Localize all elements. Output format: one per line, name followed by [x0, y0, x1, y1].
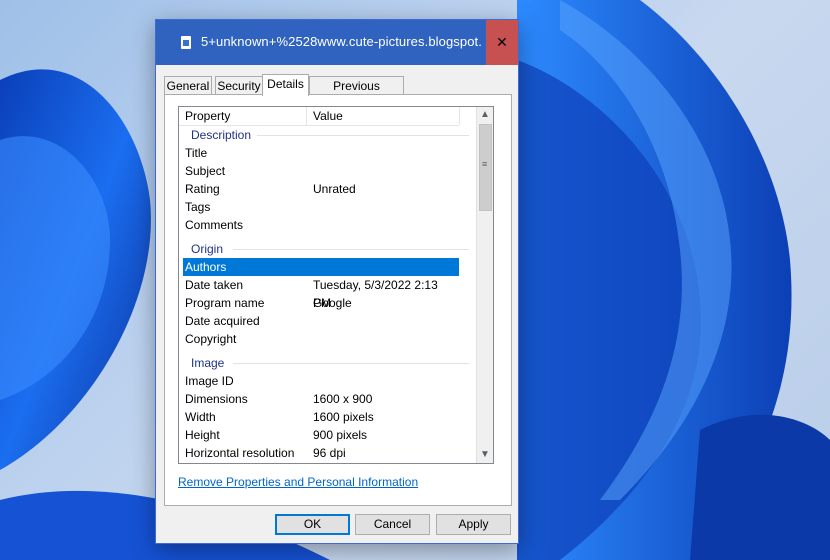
property-name: Height: [185, 428, 220, 442]
scrollbar-thumb[interactable]: ≡: [479, 124, 492, 211]
property-value: 1600 x 900: [313, 392, 373, 406]
remove-properties-link[interactable]: Remove Properties and Personal Informati…: [178, 475, 418, 489]
property-value: 96 dpi: [313, 446, 346, 460]
list-row[interactable]: Rating Unrated: [179, 180, 459, 198]
property-name: Subject: [185, 164, 226, 178]
property-value: Google: [313, 296, 352, 310]
group-description: Description: [179, 126, 469, 144]
grip-icon: ≡: [482, 159, 488, 169]
group-label: Origin: [191, 242, 224, 256]
column-divider[interactable]: [306, 107, 307, 125]
group-divider: [233, 363, 469, 364]
column-header: Property Value: [179, 107, 460, 126]
apply-button[interactable]: Apply: [436, 514, 511, 535]
property-name: Rating: [185, 182, 220, 196]
group-divider: [233, 249, 469, 250]
property-name: Authors: [185, 260, 227, 274]
list-row-selected[interactable]: Authors: [183, 258, 459, 276]
cancel-button[interactable]: Cancel: [355, 514, 430, 535]
window-title: 5+unknown+%2528www.cute-pictures.blogspo…: [201, 34, 481, 49]
tab-previous-versions[interactable]: Previous Versions: [309, 76, 404, 111]
file-icon: [181, 36, 191, 49]
group-origin: Origin: [179, 240, 469, 258]
property-name: Copyright: [185, 332, 237, 346]
list-row[interactable]: Subject: [179, 162, 459, 180]
property-name: Comments: [185, 218, 244, 232]
list-row[interactable]: Horizontal resolution 96 dpi: [179, 444, 459, 462]
list-row[interactable]: Date acquired: [179, 312, 459, 330]
property-name: Tags: [185, 200, 211, 214]
property-name: Width: [185, 410, 216, 424]
scroll-up-arrow-icon[interactable]: ▲: [477, 107, 493, 123]
property-name: Program name: [185, 296, 265, 310]
vertical-scrollbar[interactable]: ▲ ≡ ▼: [476, 107, 493, 463]
tab-general[interactable]: General: [164, 76, 212, 95]
list-row[interactable]: Date taken Tuesday, 5/3/2022 2:13 PM: [179, 276, 459, 310]
property-name: Date taken: [185, 278, 244, 292]
list-row[interactable]: Comments: [179, 216, 459, 234]
property-value: Unrated: [313, 182, 356, 196]
list-row[interactable]: Dimensions 1600 x 900: [179, 390, 459, 408]
title-bar[interactable]: 5+unknown+%2528www.cute-pictures.blogspo…: [156, 20, 518, 65]
list-row[interactable]: Copyright: [179, 330, 459, 348]
property-name: Title: [185, 146, 208, 160]
list-row[interactable]: Width 1600 pixels: [179, 408, 459, 426]
group-label: Image: [191, 356, 225, 370]
column-header-value[interactable]: Value: [313, 109, 343, 123]
list-row[interactable]: Title: [179, 144, 459, 162]
tab-security[interactable]: Security: [215, 76, 263, 95]
properties-dialog: 5+unknown+%2528www.cute-pictures.blogspo…: [155, 19, 519, 544]
list-row[interactable]: Image ID: [179, 372, 459, 390]
property-value: 1600 pixels: [313, 410, 374, 424]
property-name: Dimensions: [185, 392, 248, 406]
property-name: Horizontal resolution: [185, 446, 295, 460]
tab-details[interactable]: Details: [262, 74, 309, 96]
list-row[interactable]: Program name Google: [179, 294, 459, 312]
list-row[interactable]: Height 900 pixels: [179, 426, 459, 444]
property-name: Image ID: [185, 374, 234, 388]
group-label: Description: [191, 128, 252, 142]
close-button[interactable]: ✕: [486, 20, 518, 65]
property-value: 900 pixels: [313, 428, 368, 442]
group-divider: [257, 135, 469, 136]
properties-list[interactable]: Property Value Description Title Subject…: [178, 106, 494, 464]
column-header-property[interactable]: Property: [185, 109, 230, 123]
group-image: Image: [179, 354, 469, 372]
property-name: Date acquired: [185, 314, 260, 328]
column-divider[interactable]: [459, 107, 460, 125]
list-row[interactable]: Tags: [179, 198, 459, 216]
ok-button[interactable]: OK: [275, 514, 350, 535]
scroll-down-arrow-icon[interactable]: ▼: [477, 447, 493, 463]
